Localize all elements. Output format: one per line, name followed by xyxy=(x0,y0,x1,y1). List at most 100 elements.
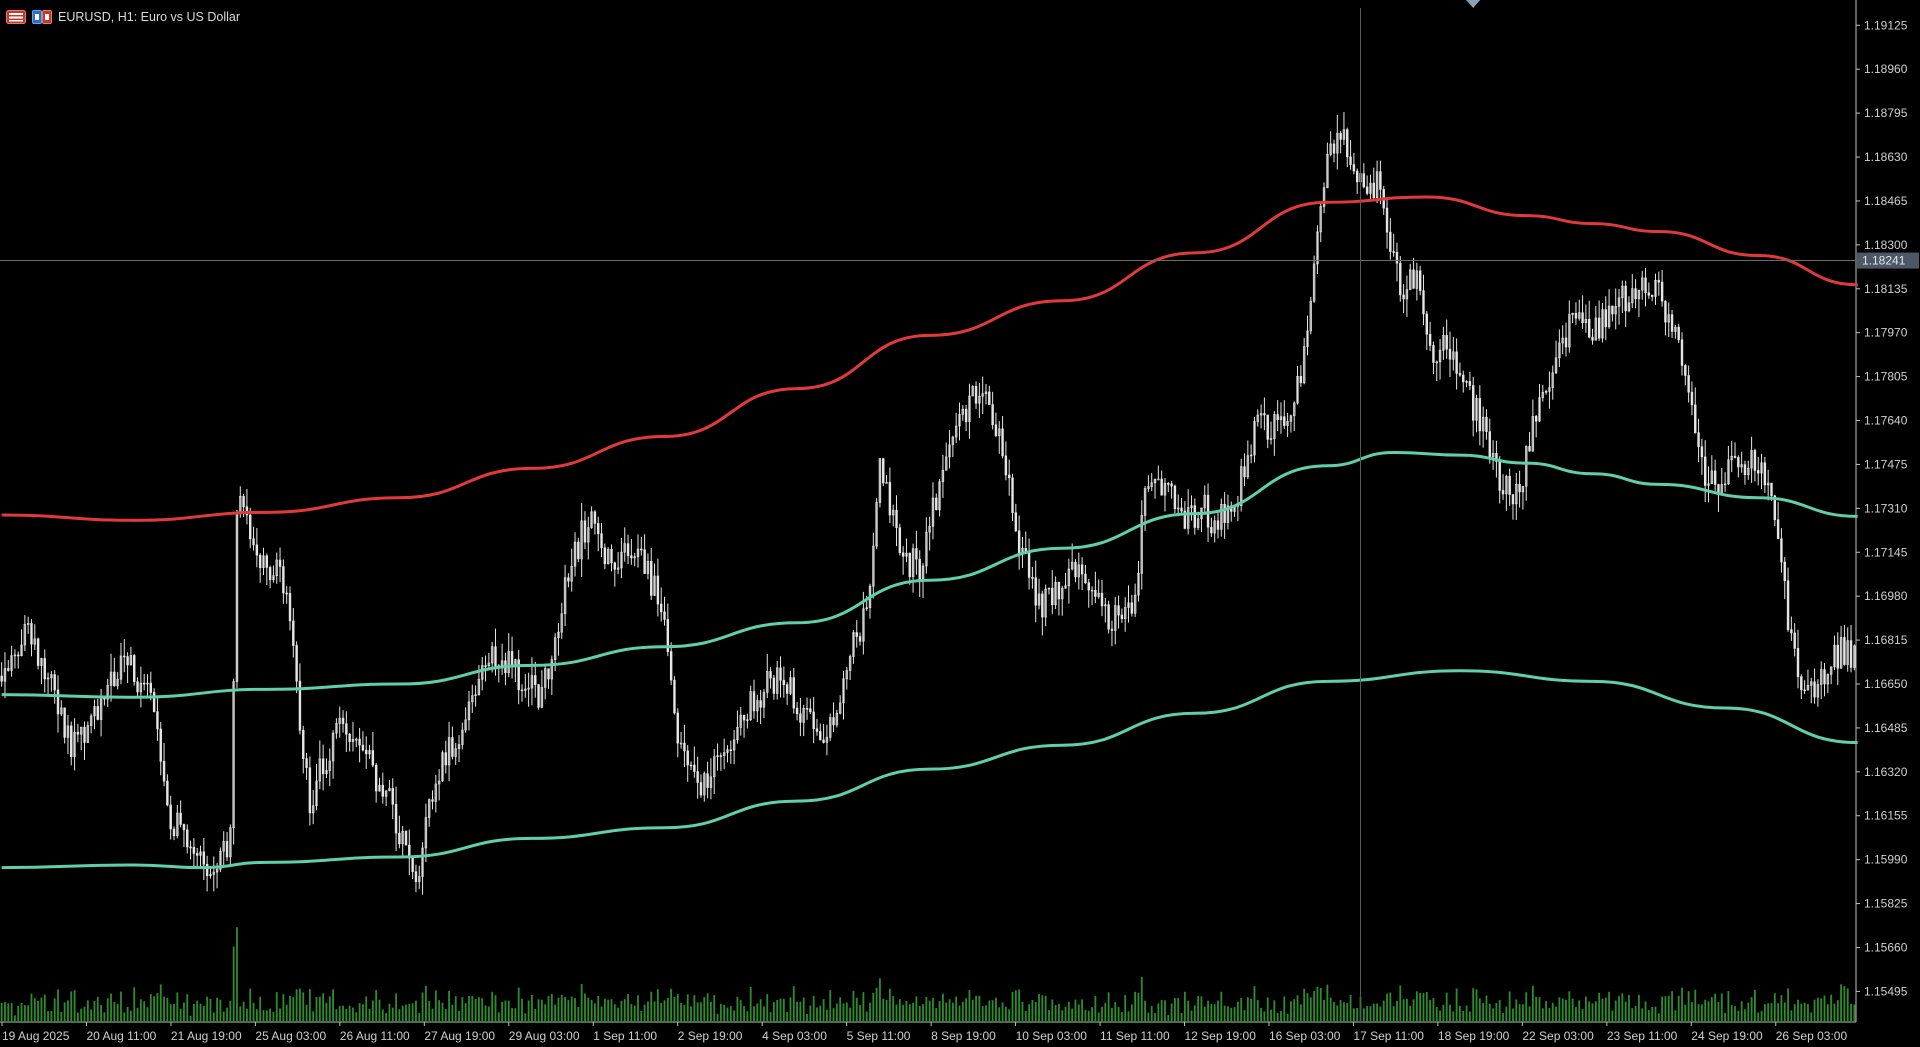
volume-bar xyxy=(620,1000,623,1022)
candle-body xyxy=(258,554,262,569)
candle-body xyxy=(398,832,401,845)
volume-bar xyxy=(660,1002,663,1022)
volume-bar xyxy=(912,1002,914,1022)
candle-body xyxy=(1647,292,1651,296)
y-tick-label: 1.15825 xyxy=(1864,897,1908,911)
candle-body xyxy=(1776,519,1780,540)
candle-body xyxy=(1223,504,1226,523)
volume-bar xyxy=(746,1011,749,1022)
volume-bar xyxy=(70,991,73,1022)
candle-body xyxy=(895,509,898,528)
volume-bar xyxy=(1134,991,1137,1022)
candle-body xyxy=(1428,333,1432,346)
volume-bar xyxy=(908,1004,911,1022)
candle-body xyxy=(1216,520,1220,530)
volume-bar xyxy=(1008,1009,1011,1022)
volume-bar xyxy=(1372,1003,1375,1022)
candle-body xyxy=(832,717,835,726)
volume-bar xyxy=(1240,997,1243,1022)
volume-bar xyxy=(1638,994,1640,1022)
time-axis[interactable]: 19 Aug 2025 20 Aug 11:00 21 Aug 19:00 25 Au… xyxy=(1,1022,1847,1043)
candle-body xyxy=(1017,530,1021,555)
candle-body xyxy=(255,544,259,556)
volume-bar xyxy=(1531,985,1534,1022)
volume-bar xyxy=(1462,1010,1465,1022)
price-chart[interactable]: 1.18241 1.19125 1.18960 1.18795 1.18630 1.18… xyxy=(0,0,1920,1047)
candle-body xyxy=(772,677,776,694)
candle-body xyxy=(361,744,365,751)
volume-bar xyxy=(1661,996,1664,1022)
candle-body xyxy=(1534,416,1538,422)
y-tick-label: 1.16320 xyxy=(1864,765,1908,779)
volume-bar xyxy=(179,1008,182,1022)
candle-body xyxy=(411,857,414,872)
volume-bar xyxy=(981,1006,984,1022)
volume-bar xyxy=(865,1011,868,1022)
candle-body xyxy=(769,671,772,679)
volume-bar xyxy=(265,1010,268,1022)
volume-bar xyxy=(607,999,610,1022)
volume-bar xyxy=(1004,1006,1007,1022)
volume-bar xyxy=(819,1005,822,1022)
volume-bar xyxy=(1299,1004,1302,1022)
candle-body xyxy=(1392,251,1395,253)
volume-bar xyxy=(1058,1003,1060,1022)
candle-body xyxy=(444,752,447,766)
candle-body xyxy=(1007,474,1011,479)
volume-bar xyxy=(1565,999,1567,1022)
volume-bar xyxy=(1813,999,1816,1022)
candle-body xyxy=(1690,391,1694,406)
volume-bar xyxy=(1608,991,1610,1022)
volume-bar xyxy=(1087,1010,1090,1022)
volume-bar xyxy=(156,993,159,1022)
volume-bar xyxy=(1853,1004,1856,1022)
volume-bar xyxy=(1273,1000,1276,1022)
candle-body xyxy=(1793,632,1796,649)
volume-bar xyxy=(1611,1010,1614,1022)
volume-bar xyxy=(978,995,981,1022)
volume-bar xyxy=(1101,1006,1103,1022)
candle-body xyxy=(882,458,885,484)
price-axis[interactable]: 1.19125 1.18960 1.18795 1.18630 1.18465 1.183… xyxy=(1856,18,1908,998)
volume-bar xyxy=(43,994,46,1022)
candle-body xyxy=(295,645,298,682)
candle-body xyxy=(779,667,782,681)
volume-bar xyxy=(1386,993,1388,1022)
one-click-trading-icon[interactable] xyxy=(32,10,52,24)
candle-body xyxy=(805,708,809,710)
candle-body xyxy=(1107,604,1110,630)
volume-bar xyxy=(1737,1010,1740,1022)
volume-bar xyxy=(1339,1000,1342,1022)
volume-bar xyxy=(534,1008,537,1022)
volume-bar xyxy=(1455,988,1458,1022)
volume-bar xyxy=(835,1003,838,1022)
volume-bar xyxy=(100,1004,102,1022)
candle-body xyxy=(643,549,646,574)
volume-bar xyxy=(1561,998,1564,1022)
candlestick-chart[interactable]: 1.18241 1.19125 1.18960 1.18795 1.18630 1.18… xyxy=(0,0,1920,1047)
volume-bar xyxy=(1419,992,1422,1022)
volume-bar xyxy=(1415,991,1418,1022)
candle-body xyxy=(1680,339,1684,366)
candle-body xyxy=(822,739,825,743)
volume-bar xyxy=(1197,996,1200,1022)
volume-bar xyxy=(802,997,805,1022)
volume-bar xyxy=(1064,1006,1067,1022)
volume-bar xyxy=(806,1013,808,1022)
candle-body xyxy=(1471,385,1475,421)
volume-bar xyxy=(1349,994,1352,1022)
candle-body xyxy=(1800,676,1803,691)
candle-body xyxy=(7,668,10,671)
volume-bar xyxy=(262,1010,265,1022)
volume-bar xyxy=(713,995,716,1022)
volume-bar xyxy=(647,1001,649,1022)
candle-body xyxy=(1836,644,1839,669)
volume-bar xyxy=(86,1000,89,1022)
candle-body xyxy=(1763,462,1767,486)
volume-bar xyxy=(792,986,795,1022)
trading-menu-icon[interactable] xyxy=(6,10,26,24)
volume-bar xyxy=(1193,1005,1196,1022)
candle-body xyxy=(1786,580,1790,630)
volume-bar xyxy=(1714,993,1717,1022)
volume-bar xyxy=(1091,1007,1093,1022)
